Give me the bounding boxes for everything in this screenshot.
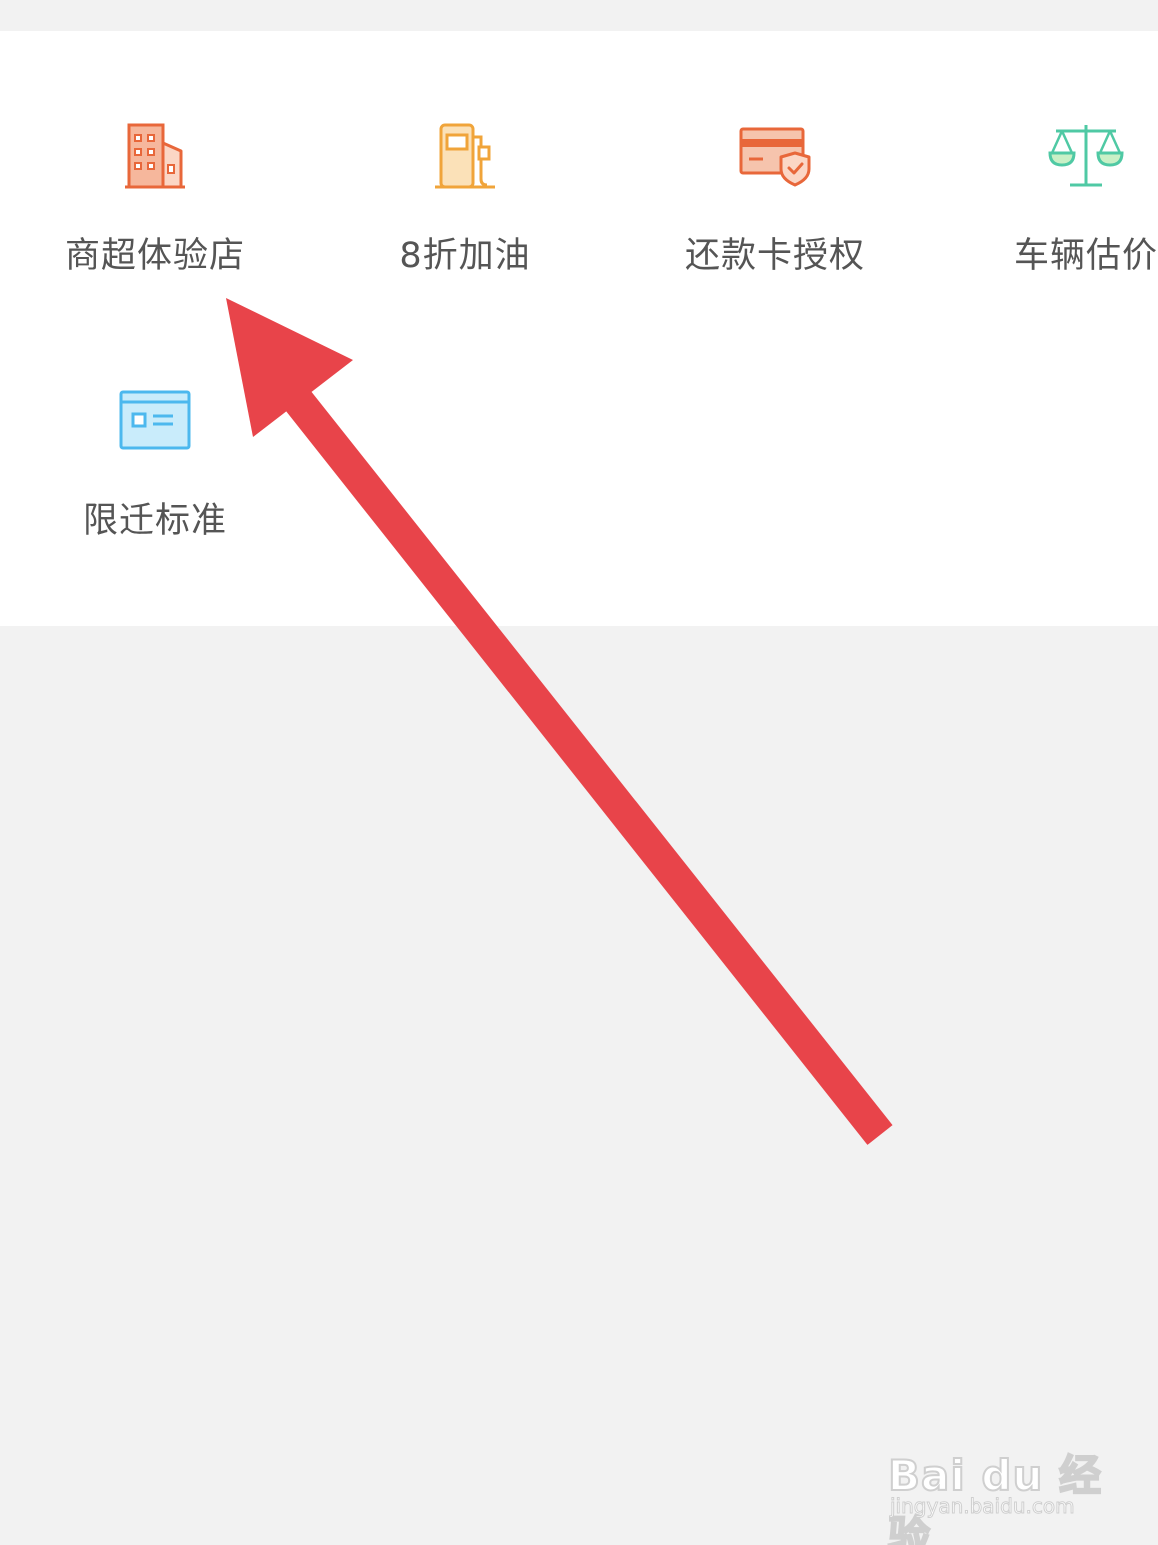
grid-item-card-auth[interactable]: 还款卡授权 — [655, 119, 895, 299]
store-building-icon — [115, 119, 195, 199]
scale-balance-icon — [1046, 119, 1126, 199]
grid-item-vehicle-valuation[interactable]: 车辆估价 — [966, 119, 1158, 299]
id-card-icon — [115, 384, 195, 464]
grid-item-fuel[interactable]: 8折加油 — [345, 119, 585, 299]
grid-item-label: 限迁标准 — [82, 501, 227, 541]
gas-pump-icon — [425, 119, 505, 199]
card-shield-icon — [735, 119, 815, 199]
grid-item-label: 车辆估价 — [1013, 236, 1158, 276]
services-grid-panel: 商超体验店 8折加油 还款卡授权 车辆估价 限迁标准 — [0, 31, 1158, 626]
grid-item-transfer-standard[interactable]: 限迁标准 — [35, 384, 275, 564]
grid-item-label: 8折加油 — [399, 236, 531, 276]
grid-item-label: 还款卡授权 — [684, 236, 865, 276]
grid-item-label: 商超体验店 — [64, 236, 245, 276]
screen: 商超体验店 8折加油 还款卡授权 车辆估价 限迁标准 Bai du 经验 jin… — [0, 0, 1158, 1545]
grid-item-store[interactable]: 商超体验店 — [35, 119, 275, 299]
watermark-url: jingyan.baidu.com — [890, 1494, 1076, 1519]
baidu-watermark: Bai du 经验 jingyan.baidu.com — [887, 1420, 1108, 1545]
